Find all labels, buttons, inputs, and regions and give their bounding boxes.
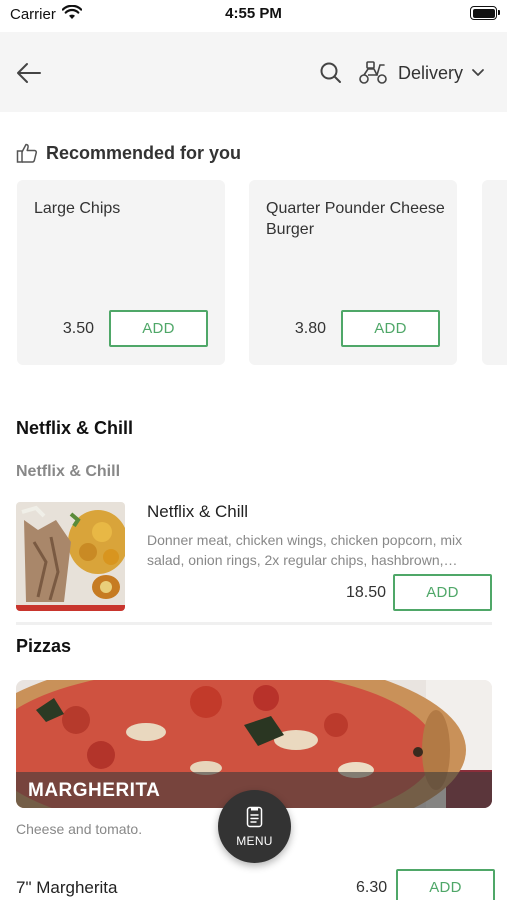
category-banner[interactable]: MARGHERITA	[16, 680, 492, 808]
item-price: 6.30	[356, 879, 388, 896]
delivery-mode-selector[interactable]: Delivery	[358, 58, 485, 88]
clock: 4:55 PM	[225, 5, 282, 22]
add-button[interactable]: ADD	[341, 310, 440, 347]
recommended-card-partial[interactable]	[482, 180, 507, 365]
item-description: Donner meat, chicken wings, chicken popc…	[147, 532, 463, 568]
scooter-icon	[359, 61, 387, 84]
recommended-item-name: Large Chips	[34, 200, 121, 217]
item-name[interactable]: 7" Margherita	[16, 878, 117, 898]
search-icon	[320, 62, 341, 83]
item-name: Netflix & Chill	[147, 502, 249, 521]
chevron-down-icon	[472, 69, 484, 76]
subsection-title: Netflix & Chill	[16, 463, 121, 480]
section-title: Pizzas	[16, 636, 72, 656]
menu-item-row[interactable]: Netflix & Chill Donner meat, chicken win…	[16, 500, 492, 618]
back-button[interactable]	[12, 56, 46, 90]
recommended-item-price: 3.80	[294, 320, 326, 337]
item-price: 18.50	[345, 584, 386, 601]
search-button[interactable]	[318, 60, 344, 86]
banner-description: Cheese and tomato.	[16, 821, 143, 837]
menu-book-icon	[246, 806, 263, 828]
menu-button[interactable]: MENU	[218, 790, 291, 863]
recommended-card[interactable]: Large Chips 3.50 ADD	[17, 180, 225, 365]
add-button[interactable]: ADD	[109, 310, 208, 347]
delivery-label: Delivery	[398, 62, 464, 83]
thumbs-up-icon	[16, 143, 38, 163]
section-title: Netflix & Chill	[16, 418, 134, 438]
back-arrow-icon	[17, 63, 41, 83]
item-photo	[16, 502, 125, 611]
recommended-item-name: Quarter Pounder Cheese Burger	[266, 200, 445, 238]
divider	[16, 622, 492, 625]
recommended-card[interactable]: Quarter Pounder Cheese Burger 3.80 ADD	[249, 180, 457, 365]
top-nav-bar: Delivery	[0, 32, 507, 112]
add-button[interactable]: ADD	[393, 574, 492, 611]
battery-icon	[470, 6, 500, 20]
status-bar: Carrier 4:55 PM	[0, 0, 507, 30]
recommended-header: Recommended for you	[16, 142, 241, 164]
add-button[interactable]: ADD	[396, 869, 495, 900]
recommended-title: Recommended for you	[46, 142, 242, 163]
menu-button-label: MENU	[236, 834, 273, 848]
recommended-item-price: 3.50	[62, 320, 94, 337]
banner-label: MARGHERITA	[28, 780, 161, 801]
